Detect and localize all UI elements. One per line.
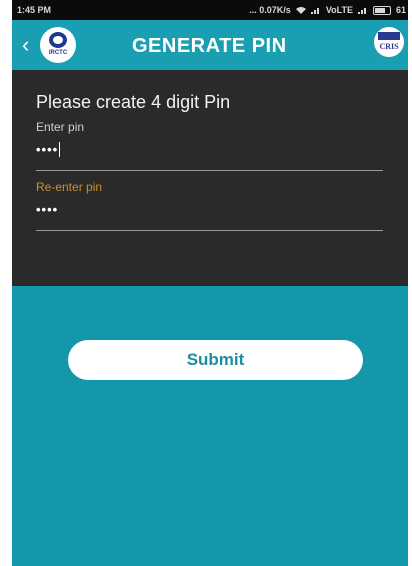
form-heading: Please create 4 digit Pin: [36, 92, 231, 112]
network-speed: ... 0.07K/s: [249, 5, 291, 15]
battery-level: 61: [395, 5, 406, 15]
text-cursor: [59, 142, 61, 157]
battery-icon: [372, 5, 391, 15]
enter-pin-underline: [36, 170, 383, 171]
submit-button[interactable]: Submit: [68, 340, 363, 380]
pin-form-panel: Please create 4 digit Pin Enter pin ••••…: [12, 70, 408, 286]
reenter-pin-underline: [36, 230, 383, 231]
enter-pin-input[interactable]: ••••: [36, 142, 61, 157]
status-indicators: ... 0.07K/s VoLTE 61: [249, 5, 406, 15]
reenter-pin-input[interactable]: ••••: [36, 202, 58, 217]
status-bar: 1:45 PM ... 0.07K/s VoLTE 61: [12, 0, 408, 20]
irctc-logo-text: IRCTC: [48, 50, 68, 56]
page-title: GENERATE PIN: [132, 35, 287, 57]
back-arrow-icon[interactable]: ‹: [22, 31, 40, 59]
network-type: VoLTE: [325, 5, 353, 15]
app-header: ‹ IRCTC GENERATE PIN CRIS: [12, 20, 408, 70]
signal-icon-2: [357, 8, 366, 14]
signal-icon: [310, 8, 319, 14]
irctc-logo: IRCTC: [40, 27, 76, 63]
status-time: 1:45 PM: [17, 5, 52, 15]
enter-pin-label: Enter pin: [36, 120, 85, 134]
cris-logo-text: CRIS: [379, 42, 399, 51]
cris-logo: CRIS: [374, 27, 404, 57]
reenter-pin-label: Re-enter pin: [36, 180, 103, 194]
reenter-pin-field[interactable]: Re-enter pin ••••: [36, 180, 383, 232]
enter-pin-field[interactable]: Enter pin ••••: [36, 120, 383, 172]
phone-screen: 1:45 PM ... 0.07K/s VoLTE 61 ‹ IRCTC GEN…: [12, 0, 408, 566]
wifi-icon: [295, 7, 306, 14]
